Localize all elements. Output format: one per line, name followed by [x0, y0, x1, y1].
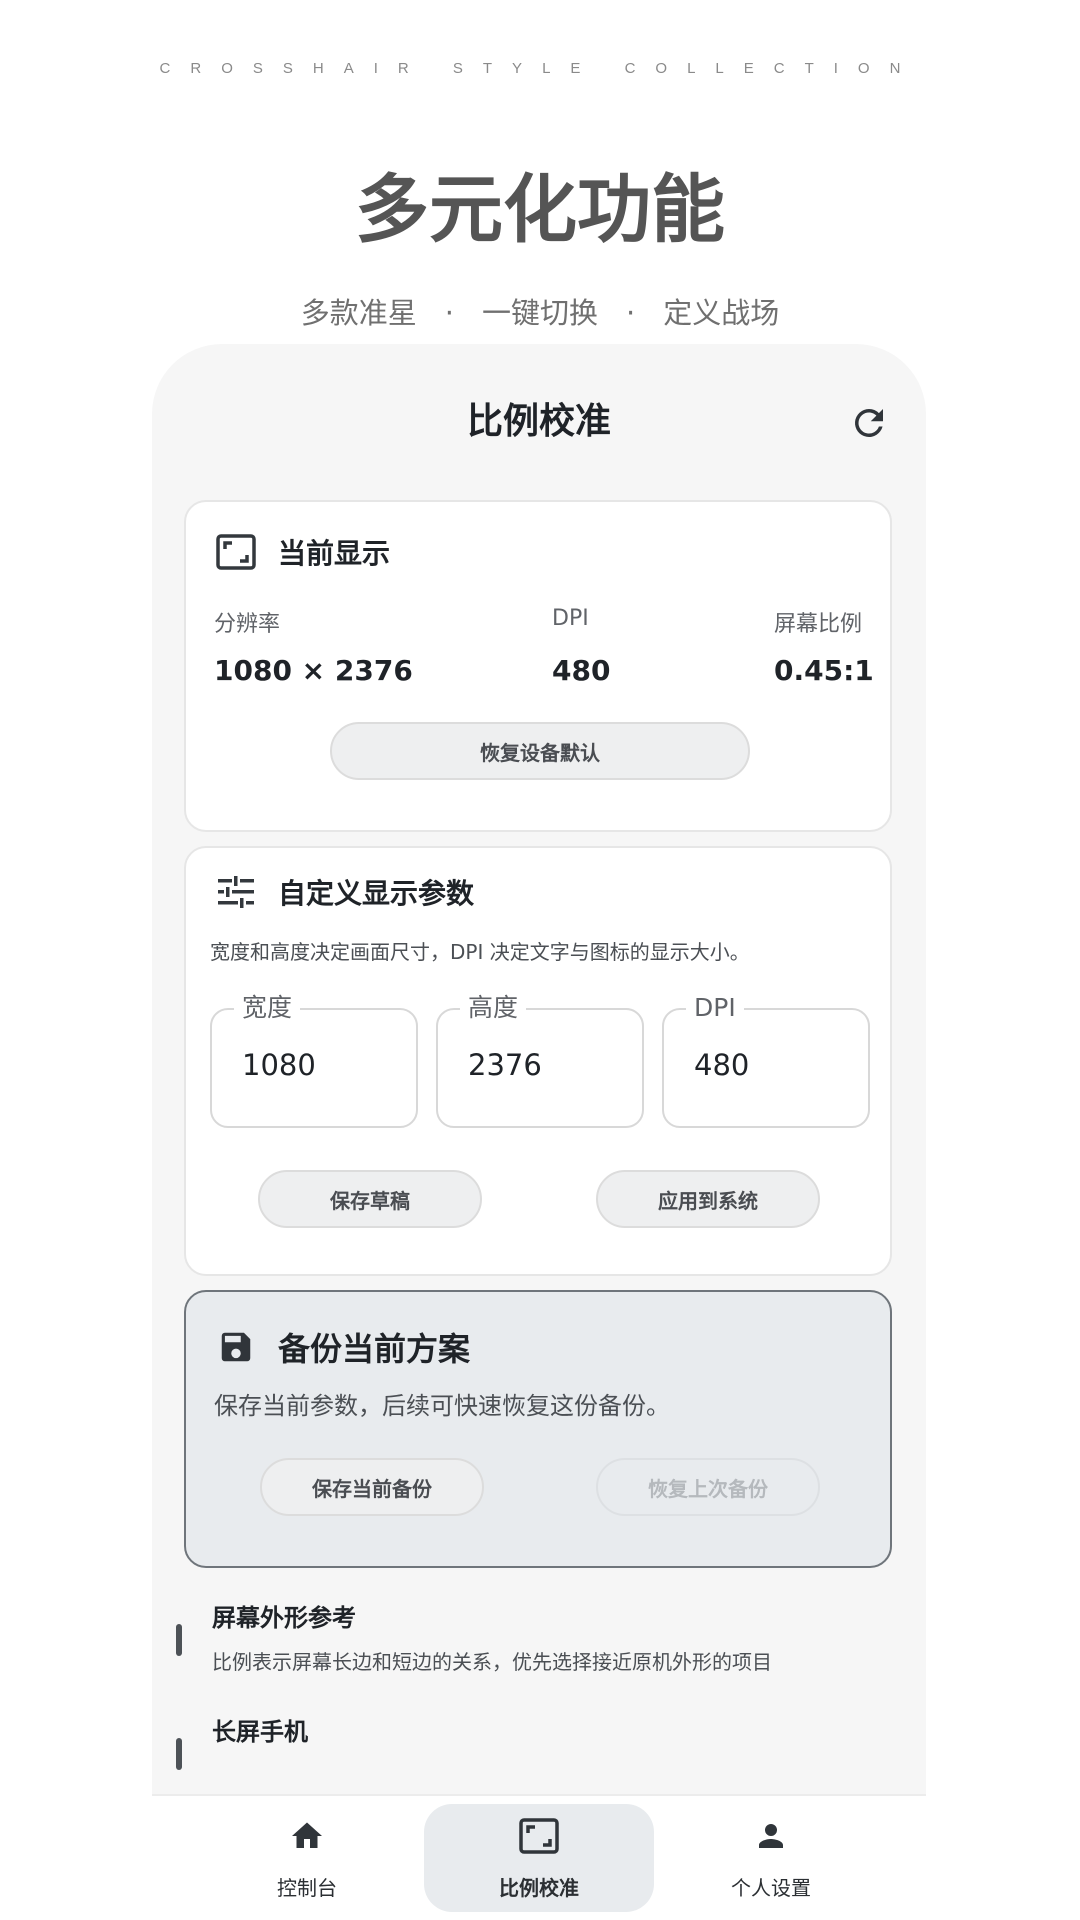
- nav-item-label: 控制台: [277, 1876, 337, 1900]
- field-value: 2376: [468, 1048, 542, 1082]
- refresh-button[interactable]: [848, 402, 890, 444]
- card-header: 备份当前方案: [216, 1324, 470, 1370]
- nav-item-settings[interactable]: 个人设置: [656, 1804, 886, 1912]
- resolution-value: 1080 × 2376: [214, 654, 413, 687]
- dpi-field[interactable]: DPI 480: [662, 990, 870, 1128]
- home-icon: [292, 1822, 322, 1848]
- promo-subtitle: 多款准星 · 一键切换 · 定义战场: [0, 290, 1080, 332]
- nav-item-dashboard[interactable]: 控制台: [192, 1804, 422, 1912]
- tune-icon: [216, 872, 256, 912]
- promo-separator: ·: [444, 296, 454, 330]
- field-label: DPI: [686, 990, 744, 1026]
- refresh-icon: [855, 409, 883, 437]
- height-field[interactable]: 高度 2376: [436, 990, 644, 1128]
- promo-separator: ·: [626, 296, 636, 330]
- current-display-card: 当前显示 分辨率 1080 × 2376 DPI 480 屏幕比例 0.45:1…: [184, 500, 892, 832]
- list-item-description: 比例表示屏幕长边和短边的关系，优先选择接近原机外形的项目: [212, 1650, 772, 1674]
- card-title: 备份当前方案: [278, 1330, 471, 1368]
- list-item-marker: [176, 1738, 182, 1770]
- promo-subtitle-part: 一键切换: [481, 296, 598, 330]
- resolution-label: 分辨率: [214, 612, 281, 637]
- card-header: 自定义显示参数: [216, 872, 474, 912]
- aspect-ratio-icon: [519, 1818, 559, 1854]
- promo-subtitle-part: 定义战场: [663, 296, 780, 330]
- custom-params-card: 自定义显示参数 宽度和高度决定画面尺寸，DPI 决定文字与图标的显示大小。 宽度…: [184, 846, 892, 1276]
- list-item-marker: [176, 1624, 182, 1656]
- nav-item-label: 比例校准: [499, 1876, 579, 1900]
- bottom-navigation: 控制台 比例校准 个人设置: [152, 1794, 926, 1920]
- promo-title: 多元化功能: [355, 167, 725, 253]
- promo-tagline: CROSSHAIR STYLE COLLECTION: [159, 60, 921, 77]
- aspect-ratio-icon: [216, 532, 256, 572]
- card-header: 当前显示: [216, 532, 390, 572]
- aspect-value: 0.45:1: [774, 654, 874, 687]
- dpi-label: DPI: [552, 606, 589, 631]
- phone-screen: 比例校准 当前显示 分辨率 1080 × 2376 DPI 480 屏幕比例 0…: [152, 344, 926, 1920]
- aspect-label: 屏幕比例: [773, 612, 862, 637]
- width-field[interactable]: 宽度 1080: [210, 990, 418, 1128]
- restore-backup-button[interactable]: 恢复上次备份: [596, 1458, 820, 1516]
- nav-item-calibration[interactable]: 比例校准: [424, 1804, 654, 1912]
- field-label: 高度: [460, 990, 527, 1026]
- card-title: 自定义显示参数: [278, 877, 475, 910]
- reset-default-button[interactable]: 恢复设备默认: [330, 722, 750, 780]
- person-icon: [759, 1824, 783, 1848]
- card-title: 当前显示: [278, 537, 391, 570]
- backup-card: 备份当前方案 保存当前参数，后续可快速恢复这份备份。 保存当前备份 恢复上次备份: [184, 1290, 892, 1568]
- list-item[interactable]: 屏幕外形参考 比例表示屏幕长边和短边的关系，优先选择接近原机外形的项目: [176, 1598, 876, 1688]
- nav-item-label: 个人设置: [731, 1876, 811, 1900]
- field-value: 1080: [242, 1048, 316, 1082]
- promo-subtitle-part: 多款准星: [300, 296, 417, 330]
- list-item-title: 屏幕外形参考: [212, 1604, 356, 1632]
- save-draft-button[interactable]: 保存草稿: [258, 1170, 482, 1228]
- save-icon: [216, 1327, 256, 1367]
- app-header: 比例校准: [152, 392, 926, 452]
- dpi-value: 480: [552, 654, 611, 687]
- card-description: 宽度和高度决定画面尺寸，DPI 决定文字与图标的显示大小。: [210, 940, 750, 964]
- list-item[interactable]: 长屏手机: [176, 1712, 876, 1772]
- field-value: 480: [694, 1048, 750, 1082]
- field-label: 宽度: [234, 990, 301, 1026]
- apply-to-system-button[interactable]: 应用到系统: [596, 1170, 820, 1228]
- list-item-title: 长屏手机: [212, 1718, 308, 1746]
- save-backup-button[interactable]: 保存当前备份: [260, 1458, 484, 1516]
- page-title: 比例校准: [466, 401, 611, 442]
- card-description: 保存当前参数，后续可快速恢复这份备份。: [214, 1392, 670, 1420]
